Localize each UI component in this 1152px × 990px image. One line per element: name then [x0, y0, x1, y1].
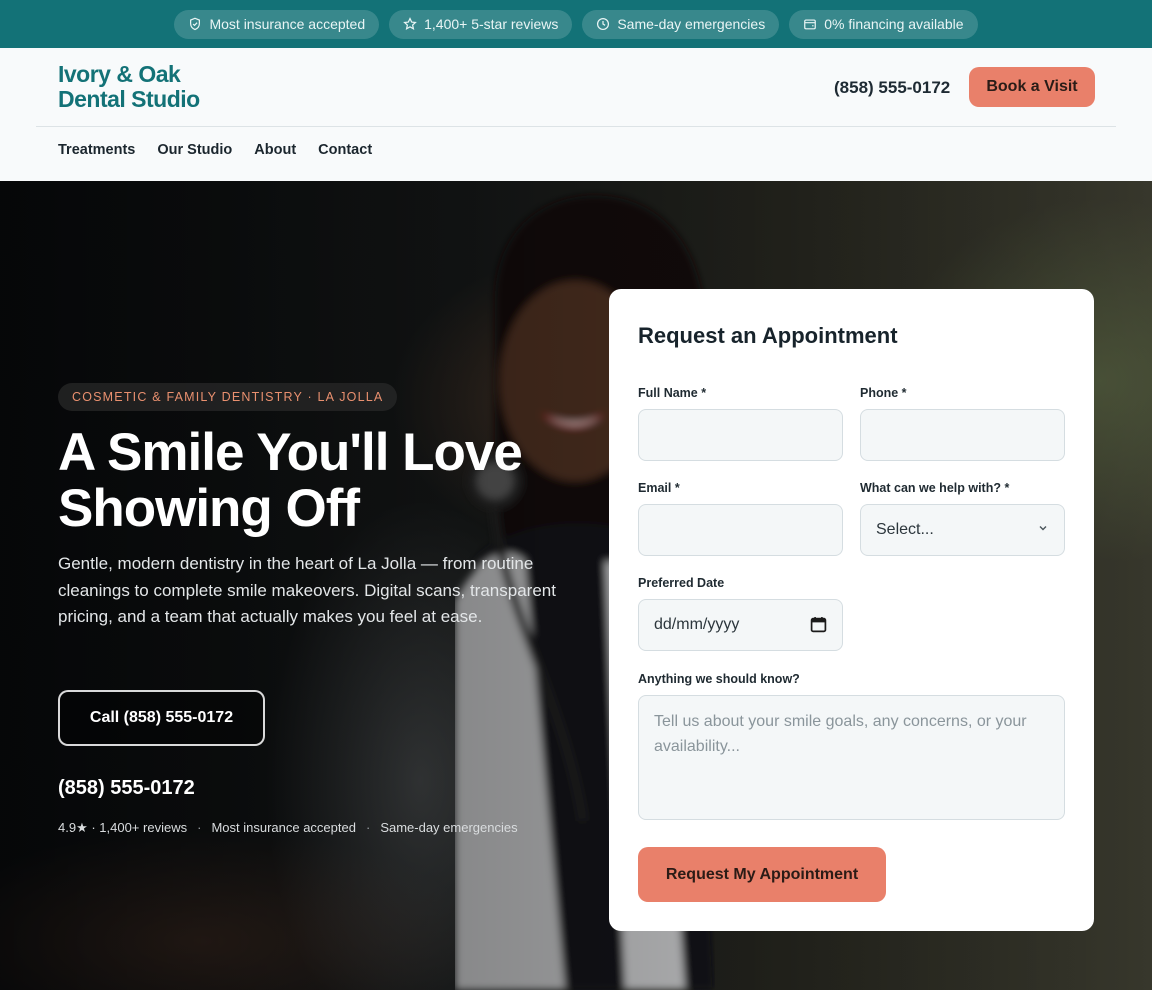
pill-insurance: Most insurance accepted [174, 9, 380, 39]
logo[interactable]: Ivory & Oak Dental Studio [58, 62, 200, 112]
shield-check-icon [190, 17, 201, 31]
hero-title-line-1: A Smile You'll Love [58, 423, 523, 482]
full-name-input[interactable] [638, 409, 843, 461]
stat-separator: · [197, 820, 202, 835]
logo-line-1: Ivory & Oak [58, 61, 181, 87]
request-appointment-button[interactable]: Request My Appointment [638, 847, 886, 902]
phone-label: Phone * [860, 386, 907, 400]
stat-emergencies: Same-day emergencies [380, 820, 518, 835]
hero-phone[interactable]: (858) 555-0172 [58, 777, 195, 800]
notes-textarea[interactable]: Tell us about your smile goals, any conc… [638, 695, 1065, 820]
email-label: Email * [638, 481, 680, 495]
logo-line-2: Dental Studio [58, 86, 200, 112]
notes-placeholder: Tell us about your smile goals, any conc… [654, 713, 1027, 755]
email-input[interactable] [638, 504, 843, 556]
help-select[interactable]: Select... [860, 504, 1065, 556]
date-input-value: dd/mm/yyyy [654, 616, 740, 633]
date-label: Preferred Date [638, 576, 725, 590]
phone-input[interactable] [860, 409, 1065, 461]
hero-stats: 4.9★ · 1,400+ reviews · Most insurance a… [58, 820, 518, 836]
main-nav: Treatments Our Studio About Contact [58, 142, 372, 158]
stat-insurance: Most insurance accepted [211, 820, 356, 835]
nav-our-studio[interactable]: Our Studio [157, 142, 232, 158]
help-label: What can we help with? * [860, 481, 1010, 495]
hero-title: A Smile You'll Love Showing Off [58, 425, 578, 537]
nav-about[interactable]: About [254, 142, 296, 158]
pill-reviews: 1,400+ 5-star reviews [389, 9, 573, 39]
pill-label: Most insurance accepted [209, 16, 366, 32]
pill-emergencies: Same-day emergencies [582, 9, 780, 39]
site-header: Ivory & Oak Dental Studio (858) 555-0172… [0, 48, 1152, 181]
chevron-down-icon [1039, 526, 1047, 531]
book-visit-button[interactable]: Book a Visit [969, 67, 1095, 107]
announcement-bar: Most insurance accepted 1,400+ 5-star re… [0, 0, 1152, 48]
pill-label: 0% financing available [824, 16, 964, 32]
header-phone-link[interactable]: (858) 555-0172 [834, 78, 950, 98]
appointment-form-card: Request an Appointment Full Name * Phone… [609, 289, 1094, 931]
pill-label: 1,400+ 5-star reviews [424, 16, 559, 32]
header-divider [36, 126, 1116, 127]
hero-badge: COSMETIC & FAMILY DENTISTRY · LA JOLLA [58, 383, 398, 411]
full-name-label: Full Name * [638, 386, 707, 400]
star-icon [403, 17, 417, 31]
help-select-value: Select... [876, 521, 934, 538]
date-input[interactable]: dd/mm/yyyy [638, 599, 843, 651]
call-button[interactable]: Call (858) 555-0172 [58, 690, 265, 746]
hero-description: Gentle, modern dentistry in the heart of… [58, 554, 556, 626]
notes-label: Anything we should know? [638, 672, 800, 686]
form-title: Request an Appointment [638, 323, 898, 348]
stat-reviews: 4.9★ · 1,400+ reviews [58, 820, 188, 835]
calendar-icon[interactable] [810, 616, 827, 633]
hero-title-line-2: Showing Off [58, 479, 360, 538]
pill-label: Same-day emergencies [617, 16, 766, 32]
pill-financing: 0% financing available [789, 9, 978, 39]
nav-treatments[interactable]: Treatments [58, 142, 135, 158]
wallet-icon [804, 19, 817, 30]
clock-icon [597, 17, 610, 31]
stat-separator: · [365, 820, 371, 835]
nav-contact[interactable]: Contact [318, 142, 372, 158]
